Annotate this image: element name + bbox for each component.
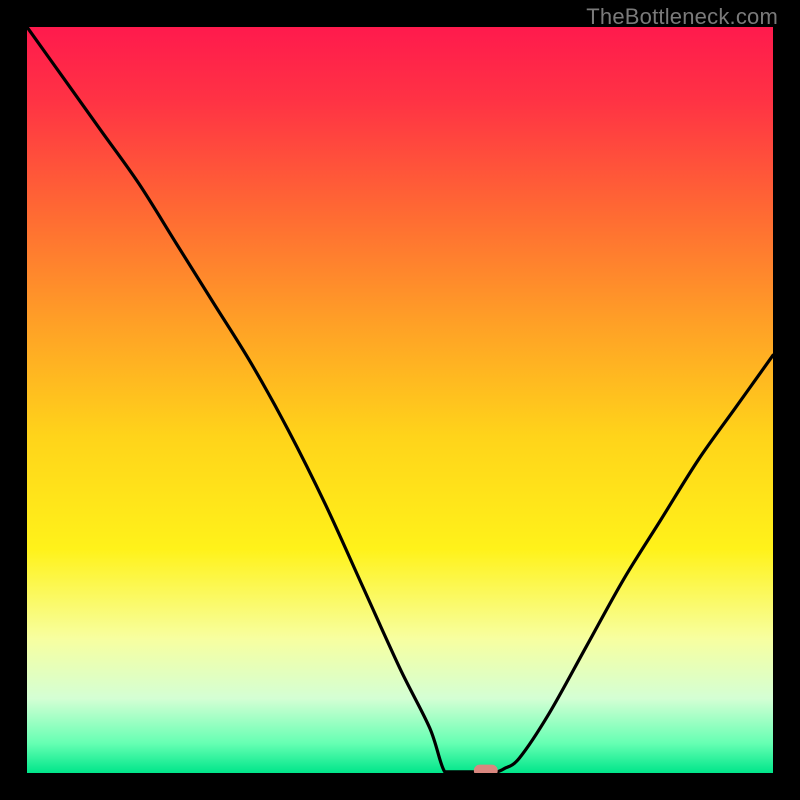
plot-area bbox=[27, 27, 773, 773]
watermark-text: TheBottleneck.com bbox=[586, 4, 778, 30]
chart-svg bbox=[27, 27, 773, 773]
optimal-marker bbox=[474, 765, 498, 773]
gradient-background bbox=[27, 27, 773, 773]
chart-container: TheBottleneck.com bbox=[0, 0, 800, 800]
